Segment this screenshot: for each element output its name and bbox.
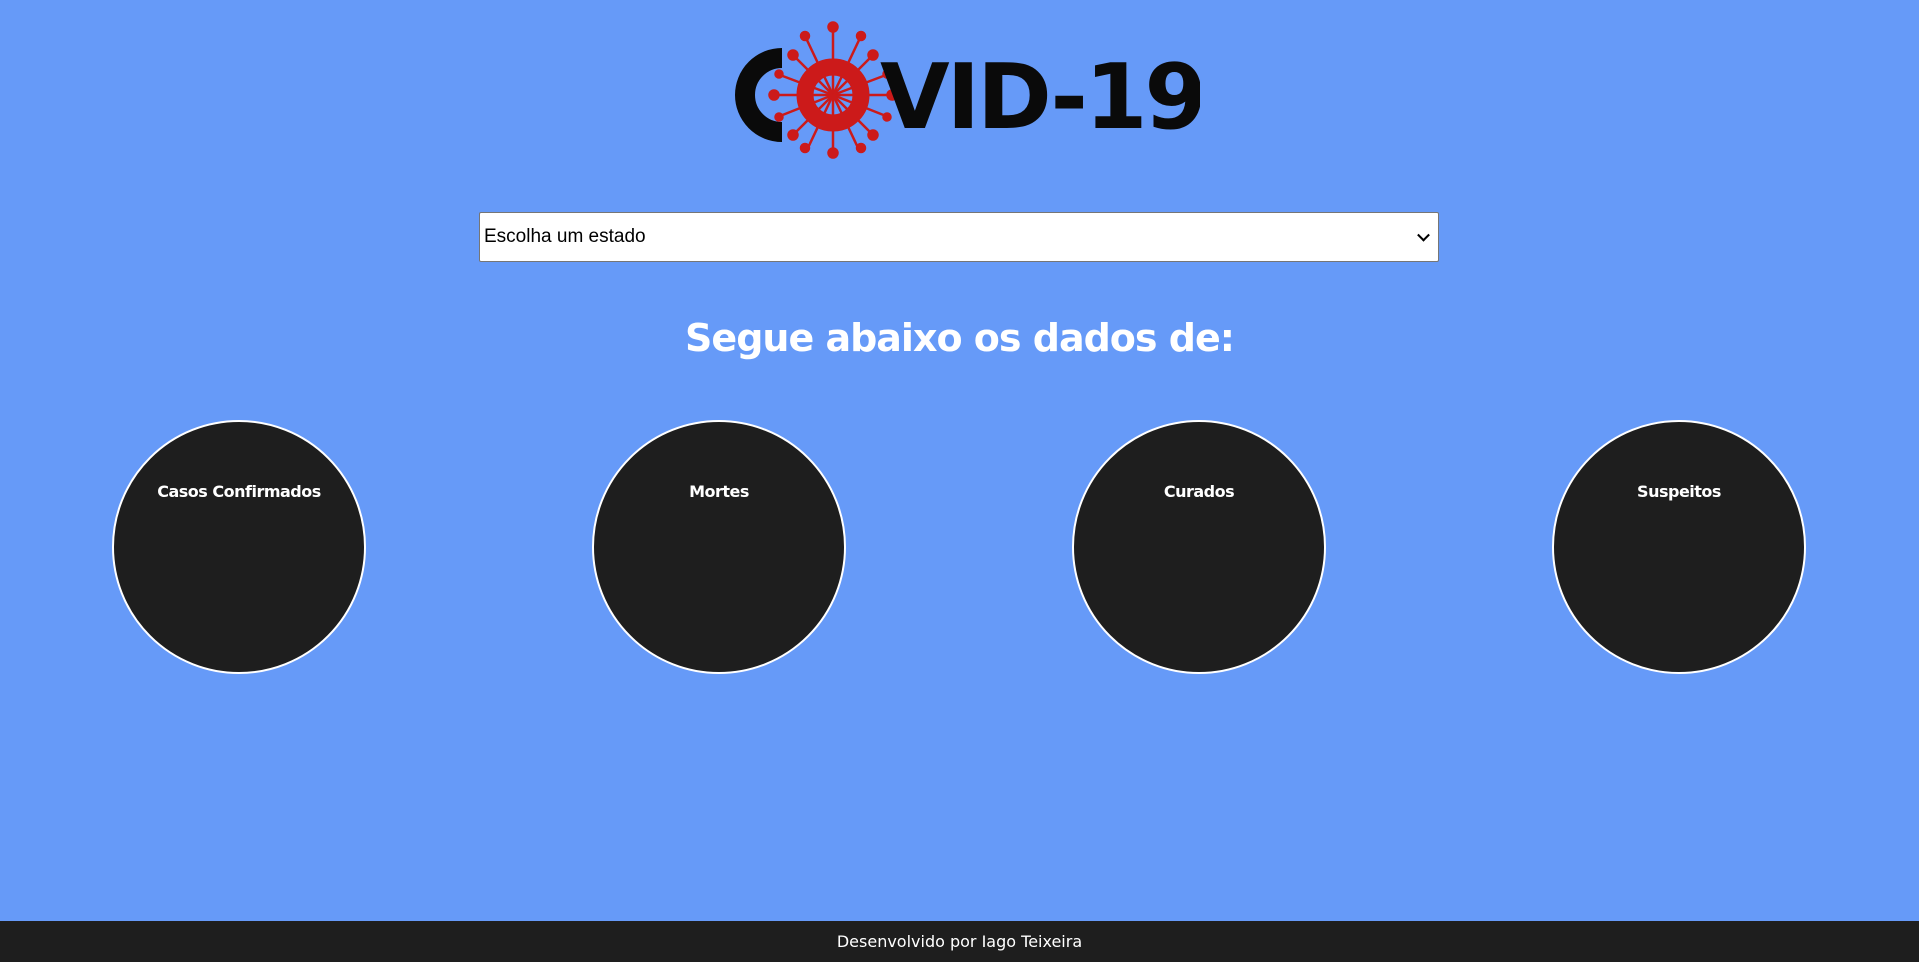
- stat-deaths: Mortes: [592, 420, 846, 674]
- stat-suspects: Suspeitos: [1552, 420, 1806, 674]
- stat-label: Casos Confirmados: [157, 482, 321, 501]
- chevron-down-icon[interactable]: [1417, 228, 1430, 242]
- state-select-value: Escolha um estado: [484, 226, 646, 247]
- svg-text:VID-19: VID-19: [880, 45, 1200, 150]
- stat-label: Mortes: [689, 482, 749, 501]
- state-select-box[interactable]: Escolha um estado: [479, 212, 1439, 262]
- state-select[interactable]: Escolha um estado: [479, 212, 1439, 262]
- page-heading: Segue abaixo os dados de:: [685, 316, 1235, 360]
- footer-credit: Desenvolvido por Iago Teixeira: [836, 932, 1083, 951]
- stat-confirmed-cases: Casos Confirmados: [112, 420, 366, 674]
- stat-label: Suspeitos: [1637, 482, 1721, 501]
- header: VID-19: [0, 0, 1919, 170]
- stat-label: Curados: [1163, 482, 1235, 501]
- covid-19-logo: VID-19: [735, 21, 1200, 159]
- footer: Desenvolvido por Iago Teixeira: [0, 921, 1919, 962]
- stat-cured: Curados: [1072, 420, 1326, 674]
- stats-row: Casos Confirmados Mortes Curados Suspeit…: [0, 420, 1919, 675]
